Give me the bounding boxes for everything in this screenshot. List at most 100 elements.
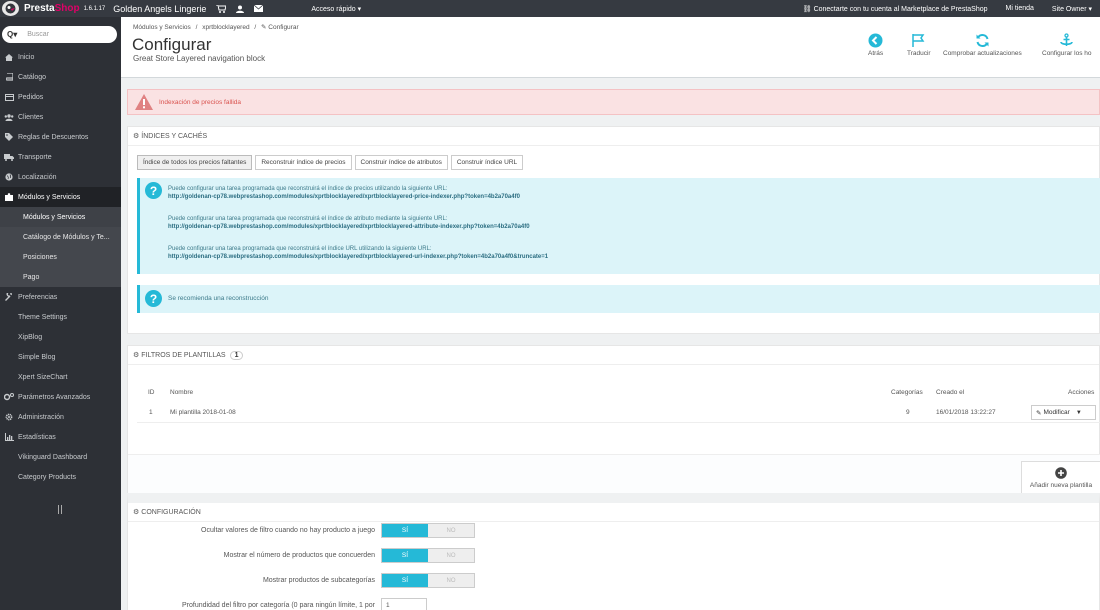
alert-text: Indexación de precios fallida — [159, 98, 242, 106]
recommend-text: Se recomienda una reconstrucción — [168, 295, 269, 302]
hooks-button[interactable]: Configurar los ho — [1042, 33, 1092, 57]
quick-access-menu[interactable]: Acceso rápido ▾ — [311, 5, 361, 13]
config-label: Mostrar el número de productos que concu… — [223, 552, 375, 559]
sidebar-item-xipblog[interactable]: XipBlog — [0, 327, 121, 347]
sidebar-item-label: Módulos y Servicios — [23, 213, 86, 221]
sidebar-item-label: Administración — [18, 413, 64, 421]
config-row-hide-empty-values: Ocultar valores de filtro cuando no hay … — [128, 523, 1100, 539]
price-index-failed-alert: Indexación de precios fallida — [127, 89, 1100, 115]
cron-info-box: ? Puede configurar una tarea programada … — [137, 178, 1100, 274]
book-icon — [4, 72, 14, 82]
page-title: Configurar — [132, 35, 212, 54]
toggle-yes[interactable]: SÍ — [382, 574, 428, 587]
sidebar-subitem-posiciones[interactable]: Posiciones — [0, 247, 121, 267]
row-created: 16/01/2018 13:22:27 — [936, 409, 996, 416]
search-input[interactable]: Q▾ Buscar — [2, 26, 117, 43]
back-label: Atrás — [868, 50, 884, 57]
toggle-no[interactable]: NO — [428, 574, 474, 587]
rebuild-price-index-button[interactable]: Reconstruir índice de precios — [255, 155, 352, 170]
check-updates-button[interactable]: Comprobar actualizaciones — [943, 33, 1022, 57]
cogs-icon: ⚙ — [133, 509, 140, 516]
sidebar-item-administracion[interactable]: Administración — [0, 407, 121, 427]
info-text: Puede configurar una tarea programada qu… — [168, 186, 448, 192]
hide-empty-values-toggle[interactable]: SÍ NO — [381, 523, 475, 538]
sidebar-item-inicio[interactable]: Inicio — [0, 47, 121, 67]
shop-name-link[interactable]: Golden Angels Lingerie — [113, 4, 206, 14]
translate-label: Traducir — [907, 50, 931, 57]
sidebar-item-theme-settings[interactable]: Theme Settings — [0, 307, 121, 327]
price-cron-url[interactable]: http://goldenan-cp78.webprestashop.com/m… — [168, 194, 520, 200]
index-missing-prices-button[interactable]: Índice de todos los precios faltantes — [137, 155, 253, 170]
sidebar-item-preferencias[interactable]: Preferencias — [0, 287, 121, 307]
show-product-count-toggle[interactable]: SÍ NO — [381, 548, 475, 563]
sidebar-item-localizacion[interactable]: Localización — [0, 167, 121, 187]
link-icon: ⛓ — [802, 5, 812, 13]
build-url-index-button[interactable]: Construir índice URL — [450, 155, 524, 170]
toggle-no[interactable]: NO — [428, 549, 474, 562]
user-icon[interactable] — [236, 5, 245, 13]
brand-logo[interactable]: Presta Shop 1.6.1.17 — [0, 0, 113, 17]
sidebar-item-estadisticas[interactable]: Estadísticas — [0, 427, 121, 447]
brand-shop: Shop — [54, 3, 80, 14]
translate-button[interactable]: Traducir — [907, 33, 931, 57]
sidebar-item-descuentos[interactable]: Reglas de Descuentos — [0, 127, 121, 147]
add-template-button[interactable]: Añadir nueva plantilla — [1021, 461, 1100, 495]
template-filters-panel: ⚙ Filtros de plantillas 1 ID Nombre Cate… — [127, 345, 1100, 495]
sidebar-item-label: Posiciones — [23, 253, 57, 261]
sidebar-item-category-products[interactable]: Category Products — [0, 467, 121, 487]
toggle-no[interactable]: NO — [428, 524, 474, 537]
sidebar-subitem-pago[interactable]: Pago — [0, 267, 121, 287]
sidebar-item-parametros-avanzados[interactable]: Parámetros Avanzados — [0, 387, 121, 407]
my-shop-link[interactable]: Mi tienda — [1006, 5, 1034, 12]
sidebar-item-label: Clientes — [18, 113, 44, 121]
sidebar-item-simple-blog[interactable]: Simple Blog — [0, 347, 121, 367]
attribute-cron-url[interactable]: http://goldenan-cp78.webprestashop.com/m… — [168, 224, 530, 230]
sidebar-item-label: Preferencias — [18, 293, 58, 301]
breadcrumb-modulos[interactable]: Módulos y Servicios — [133, 24, 191, 31]
cart-icon[interactable] — [216, 4, 227, 13]
question-icon: ? — [145, 182, 162, 199]
flag-icon — [912, 34, 925, 47]
home-icon — [4, 52, 14, 62]
sidebar-item-modulos[interactable]: Módulos y Servicios — [0, 187, 121, 207]
column-header-actions: Acciones — [1068, 389, 1095, 396]
category-depth-input[interactable]: 1 — [381, 598, 427, 610]
column-header-categories: Categorías — [891, 389, 923, 396]
back-button[interactable]: Atrás — [868, 33, 883, 57]
employee-menu[interactable]: Site Owner ▾ — [1052, 5, 1092, 13]
sidebar-item-pedidos[interactable]: Pedidos — [0, 87, 121, 107]
sidebar-item-label: XipBlog — [18, 333, 43, 341]
sidebar-item-catalogo[interactable]: Catálogo — [0, 67, 121, 87]
breadcrumb-module[interactable]: xprtblocklayered — [202, 24, 249, 31]
question-icon: ? — [145, 290, 162, 307]
sidebar-item-label: Reglas de Descuentos — [18, 133, 89, 141]
caret-down-icon[interactable]: ▼ — [1076, 410, 1082, 416]
info-text: Puede configurar una tarea programada qu… — [168, 216, 448, 222]
toggle-yes[interactable]: SÍ — [382, 524, 428, 537]
show-subcategory-products-toggle[interactable]: SÍ NO — [381, 573, 475, 588]
marketplace-link[interactable]: ⛓ Conectarte con tu cuenta al Marketplace… — [803, 5, 988, 13]
breadcrumb: Módulos y Servicios / xprtblocklayered /… — [133, 23, 299, 31]
breadcrumb-separator: / — [195, 24, 198, 31]
indexes-panel: ⚙ Índices y cachés Índice de todos los p… — [127, 126, 1100, 334]
sidebar-collapse-handle[interactable] — [58, 505, 62, 514]
sidebar-subitem-modulos-servicios[interactable]: Módulos y Servicios — [0, 207, 121, 227]
toggle-yes[interactable]: SÍ — [382, 549, 428, 562]
panel-heading: ⚙ Índices y cachés — [128, 127, 1099, 146]
sidebar-item-vikinguard[interactable]: Vikinguard Dashboard — [0, 447, 121, 467]
sidebar-item-label: Vikinguard Dashboard — [18, 453, 88, 461]
table-divider — [137, 422, 1100, 423]
build-attribute-index-button[interactable]: Construir índice de atributos — [354, 155, 448, 170]
page-subtitle: Great Store Layered navigation block — [133, 54, 266, 63]
plus-circle-icon — [1055, 467, 1067, 479]
envelope-icon[interactable] — [254, 5, 264, 12]
sidebar-subitem-catalogo-modulos[interactable]: Catálogo de Módulos y Te... — [0, 227, 121, 247]
url-cron-url[interactable]: http://goldenan-cp78.webprestashop.com/m… — [168, 254, 548, 260]
sidebar-item-label: Catálogo de Módulos y Te... — [23, 233, 110, 241]
sidebar-item-xpert-sizechart[interactable]: Xpert SizeChart — [0, 367, 121, 387]
price-cron-info: Puede configurar una tarea programada qu… — [168, 186, 520, 200]
sidebar-item-clientes[interactable]: Clientes — [0, 107, 121, 127]
edit-template-button[interactable]: ✎ Modificar ▼ — [1031, 405, 1096, 420]
sidebar-item-transporte[interactable]: Transporte — [0, 147, 121, 167]
check-updates-label: Comprobar actualizaciones — [943, 50, 1022, 57]
